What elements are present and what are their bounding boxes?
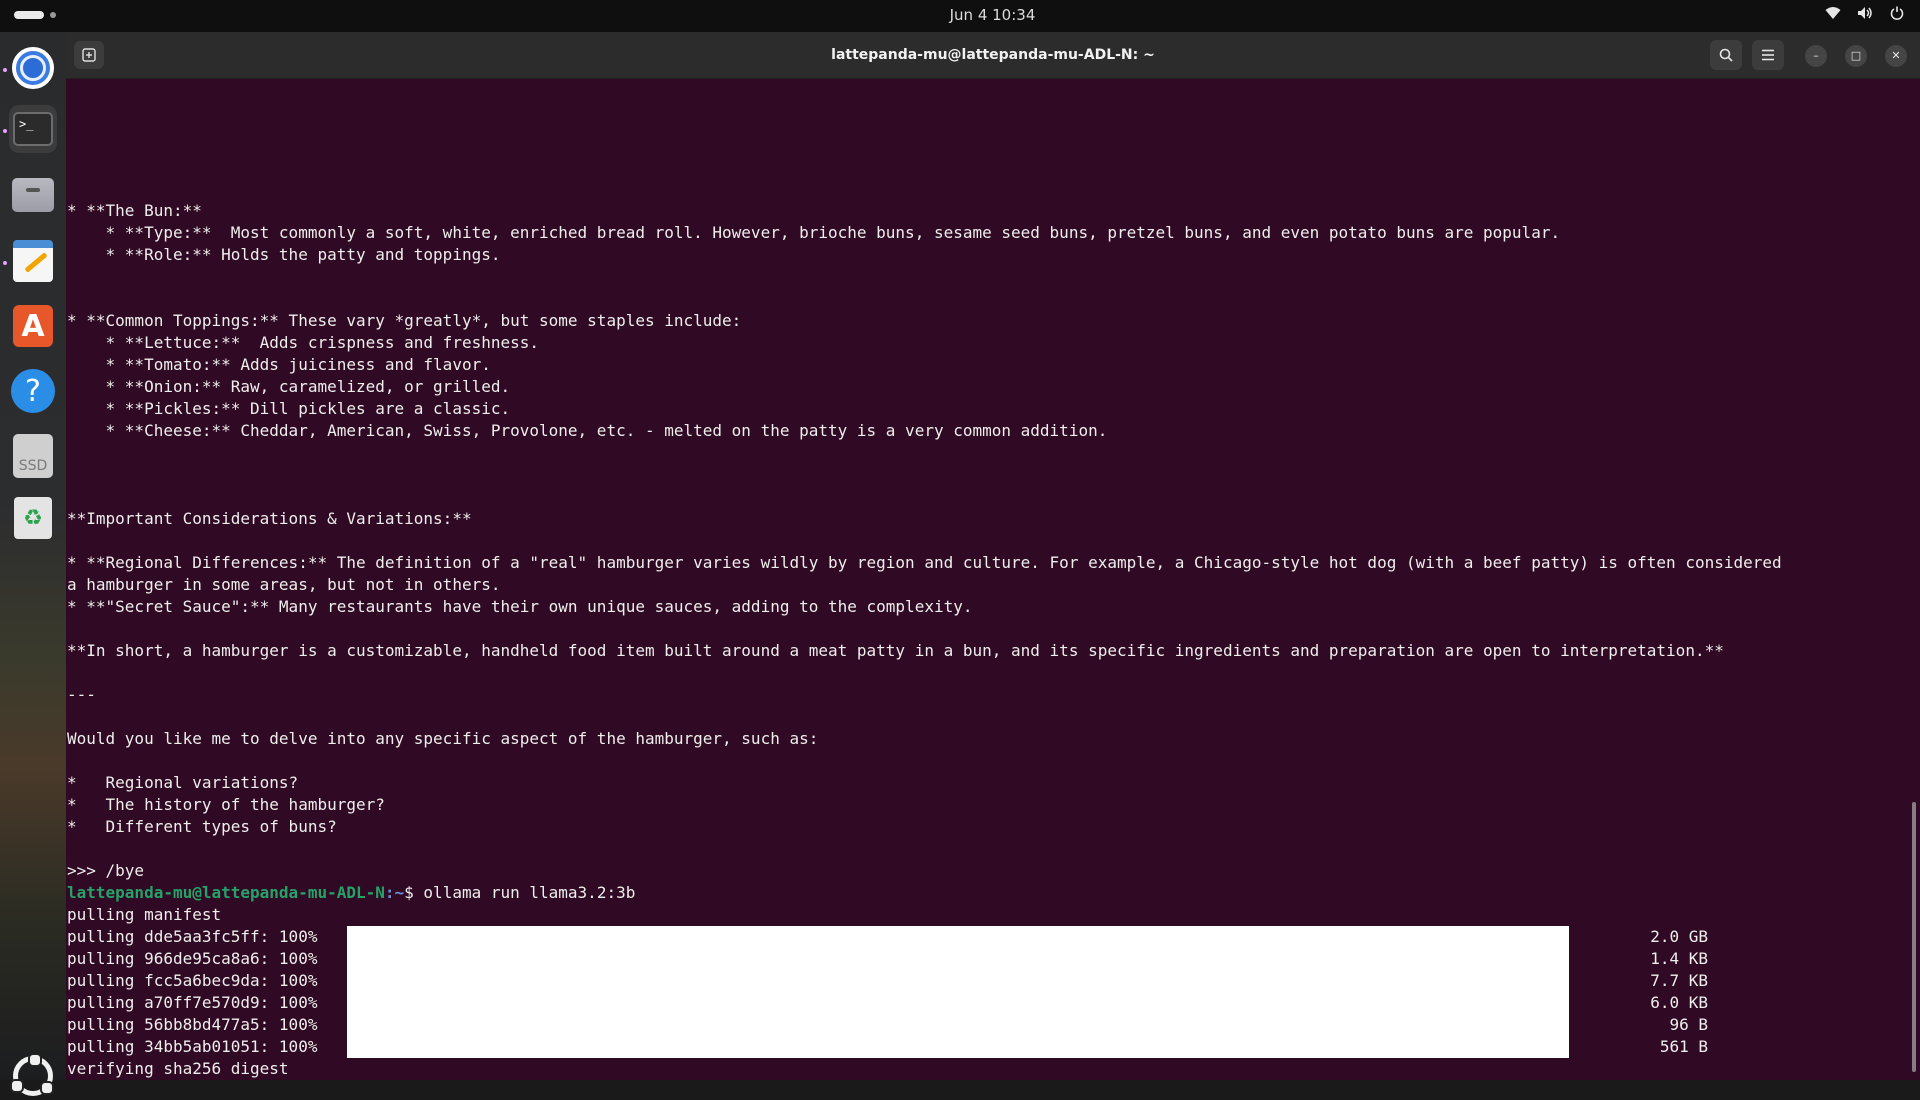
progress-bars-block	[347, 926, 1569, 1058]
terminal-line: * **Role:** Holds the patty and toppings…	[67, 245, 501, 264]
terminal-line: Would you like me to delve into any spec…	[67, 729, 819, 748]
terminal-line: * **Regional Differences:** The definiti…	[67, 553, 1782, 572]
scrollbar[interactable]	[1912, 802, 1916, 1072]
terminal-line: * **Lettuce:** Adds crispness and freshn…	[67, 333, 540, 352]
search-button[interactable]	[1710, 40, 1742, 70]
terminal-window: lattepanda-mu@lattepanda-mu-ADL-N: ~ – □…	[66, 32, 1920, 1080]
pull-size: 96 B	[1669, 1015, 1708, 1034]
terminal-line: * **Tomato:** Adds juiciness and flavor.	[67, 355, 491, 374]
terminal-line: * **Onion:** Raw, caramelized, or grille…	[67, 377, 511, 396]
window-title: lattepanda-mu@lattepanda-mu-ADL-N: ~	[831, 47, 1155, 63]
new-tab-icon	[82, 48, 96, 62]
terminal-line: >>> /bye	[67, 861, 145, 880]
terminal-line: * Regional variations?	[67, 773, 299, 792]
dock-chrome[interactable]	[9, 44, 57, 92]
terminal-line: * **Pickles:** Dill pickles are a classi…	[67, 399, 511, 418]
terminal-line: **Important Considerations & Variations:…	[67, 509, 472, 528]
dock-ssd[interactable]: SSD	[9, 432, 57, 480]
trash-icon: ♻	[14, 497, 52, 539]
volume-icon	[1856, 6, 1874, 24]
minimize-button[interactable]: –	[1805, 45, 1827, 67]
prompt-user-host: lattepanda-mu@lattepanda-mu-ADL-N	[67, 883, 385, 902]
dock-app-center[interactable]: A	[9, 302, 57, 350]
pull-size: 7.7 KB	[1650, 971, 1708, 990]
dock-files[interactable]	[9, 171, 57, 219]
terminal-line: * **The Bun:**	[67, 201, 202, 220]
prompt-command: ollama run llama3.2:3b	[423, 883, 636, 902]
pull-size: 1.4 KB	[1650, 949, 1708, 968]
ubuntu-logo-icon	[10, 1053, 54, 1096]
drive-icon: SSD	[13, 434, 53, 478]
pull-label: pulling a70ff7e570d9: 100%	[67, 993, 318, 1012]
terminal-line: * **Common Toppings:** These vary *great…	[67, 311, 742, 330]
new-tab-button[interactable]	[74, 41, 104, 69]
pull-size: 2.0 GB	[1650, 927, 1708, 946]
close-button[interactable]: ✕	[1885, 45, 1907, 67]
terminal-line: * **"Secret Sauce":** Many restaurants h…	[67, 597, 973, 616]
running-indicator	[3, 129, 7, 133]
terminal-line: **In short, a hamburger is a customizabl…	[67, 641, 1724, 660]
pull-label: pulling 56bb8bd477a5: 100%	[67, 1015, 318, 1034]
wifi-icon	[1824, 6, 1842, 24]
dock-help[interactable]: ?	[9, 367, 57, 415]
running-indicator	[3, 261, 7, 265]
power-icon	[1888, 6, 1906, 24]
dock-terminal[interactable]: >_	[9, 105, 57, 153]
dock: >_ A ? SSD ♻	[0, 32, 66, 1096]
terminal-output[interactable]: * **The Bun:** * **Type:** Most commonly…	[67, 79, 1907, 1080]
maximize-button[interactable]: □	[1845, 45, 1867, 67]
pull-size: 561 B	[1659, 1037, 1708, 1056]
terminal-line: * **Type:** Most commonly a soft, white,…	[67, 223, 1561, 242]
prompt-path: :~	[384, 883, 405, 902]
prompt-line: lattepanda-mu@lattepanda-mu-ADL-N:~$ oll…	[67, 882, 1907, 904]
status-line: verifying sha256 digest	[67, 1059, 289, 1078]
dock-text-editor[interactable]	[9, 237, 57, 285]
text-editor-icon	[13, 240, 53, 282]
terminal-line: a hamburger in some areas, but not in ot…	[67, 575, 501, 594]
system-tray[interactable]	[1824, 6, 1906, 24]
prompt-symbol: $	[404, 883, 424, 902]
dock-show-apps[interactable]	[9, 1052, 57, 1100]
terminal-icon: >_	[13, 112, 53, 146]
menu-button[interactable]	[1752, 40, 1784, 70]
running-indicator	[3, 68, 7, 72]
chrome-icon	[12, 47, 54, 89]
help-icon: ?	[11, 369, 55, 413]
pull-label: pulling 34bb5ab01051: 100%	[67, 1037, 318, 1056]
pull-label: pulling dde5aa3fc5ff: 100%	[67, 927, 318, 946]
terminal-line: ---	[67, 685, 96, 704]
pull-label: pulling 966de95ca8a6: 100%	[67, 949, 318, 968]
pull-header: pulling manifest	[67, 905, 222, 924]
app-center-icon: A	[13, 305, 53, 347]
hamburger-menu-icon	[1762, 49, 1774, 61]
pull-label: pulling fcc5a6bec9da: 100%	[67, 971, 318, 990]
pull-size: 6.0 KB	[1650, 993, 1708, 1012]
top-bar: Jun 4 10:34	[0, 0, 1920, 32]
terminal-line: * The history of the hamburger?	[67, 795, 385, 814]
clock[interactable]: Jun 4 10:34	[0, 6, 1920, 24]
terminal-line: * **Cheese:** Cheddar, American, Swiss, …	[67, 421, 1108, 440]
search-icon	[1719, 48, 1733, 62]
dock-trash[interactable]: ♻	[9, 494, 57, 542]
title-bar[interactable]: lattepanda-mu@lattepanda-mu-ADL-N: ~ – □…	[66, 32, 1920, 79]
files-icon	[12, 178, 54, 212]
terminal-line: * Different types of buns?	[67, 817, 337, 836]
